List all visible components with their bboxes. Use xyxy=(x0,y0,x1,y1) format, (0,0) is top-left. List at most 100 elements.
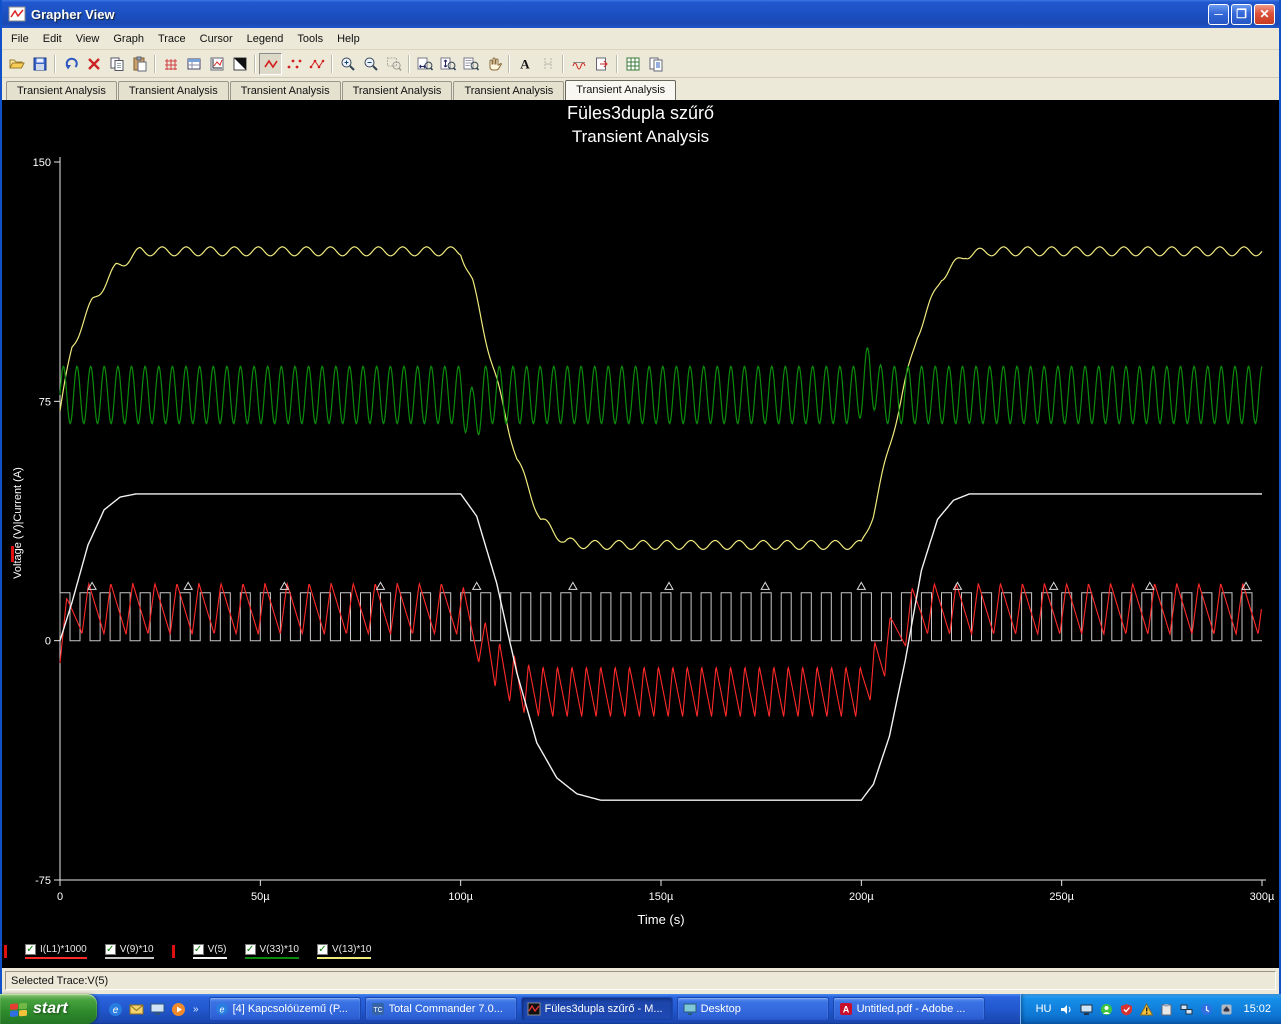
show-desktop-icon[interactable] xyxy=(149,1001,166,1018)
undo-button[interactable] xyxy=(59,53,82,75)
menu-cursor[interactable]: Cursor xyxy=(193,30,240,48)
taskbar-button-fules3dupla[interactable]: Füles3dupla szűrő - M... xyxy=(520,997,673,1021)
menu-tools[interactable]: Tools xyxy=(290,30,330,48)
zoom-in-button[interactable] xyxy=(336,53,359,75)
delete-button[interactable] xyxy=(82,53,105,75)
taskbar-button-untitled-pdf[interactable]: A Untitled.pdf - Adobe ... xyxy=(832,997,985,1021)
taskbar-button-desktop[interactable]: Desktop xyxy=(676,997,829,1021)
taskbar-button-kapcsolouzemu[interactable]: e [4] Kapcsolóüzemű (P... xyxy=(208,997,361,1021)
language-indicator[interactable]: HU xyxy=(1033,1002,1055,1016)
tray-network-icon[interactable] xyxy=(1179,1002,1194,1017)
save-button[interactable] xyxy=(28,53,51,75)
tray-display-icon[interactable] xyxy=(1079,1002,1094,1017)
export-graph-icon xyxy=(595,57,608,70)
zoom-window-icon xyxy=(386,57,402,71)
system-tray: HU 15:02 xyxy=(1019,994,1281,1024)
start-button[interactable]: start xyxy=(0,994,97,1024)
legend-table-button[interactable] xyxy=(182,53,205,75)
hand-button[interactable] xyxy=(482,53,505,75)
media-player-icon[interactable] xyxy=(170,1001,187,1018)
multisim-grapher-icon xyxy=(527,1002,541,1016)
legend-checkbox[interactable]: ✓ xyxy=(316,943,328,955)
svg-text:50µ: 50µ xyxy=(251,891,270,903)
zoom-window-button[interactable] xyxy=(382,53,405,75)
trace-line-dots-button[interactable] xyxy=(305,53,328,75)
mail-icon[interactable] xyxy=(128,1001,145,1018)
menu-view[interactable]: View xyxy=(69,30,107,48)
toolbar-separator xyxy=(616,54,618,73)
tray-antivirus-icon[interactable] xyxy=(1119,1002,1134,1017)
tray-volume-icon[interactable] xyxy=(1059,1002,1074,1017)
grid-button[interactable] xyxy=(159,53,182,75)
tab-transient-analysis-4[interactable]: Transient Analysis xyxy=(341,81,453,100)
maximize-button[interactable]: ❐ xyxy=(1231,3,1252,25)
grid-icon xyxy=(164,58,177,70)
copy-pages-icon xyxy=(649,57,662,71)
minimize-button[interactable]: ─ xyxy=(1208,3,1229,25)
svg-text:75: 75 xyxy=(39,396,51,408)
trace-dots-button[interactable] xyxy=(282,53,305,75)
legend-item-v9[interactable]: ✓ V(9)*10 xyxy=(104,943,154,959)
cursors-button[interactable] xyxy=(536,53,559,75)
tray-warning-icon[interactable] xyxy=(1139,1002,1154,1017)
copy-pages-button[interactable] xyxy=(644,53,667,75)
invert-background-button[interactable] xyxy=(228,53,251,75)
zoom-restore-button[interactable] xyxy=(459,53,482,75)
menu-graph[interactable]: Graph xyxy=(106,30,151,48)
zoom-horizontal-button[interactable] xyxy=(413,53,436,75)
overlay-traces-icon xyxy=(572,61,585,69)
title-bar[interactable]: Grapher View ─ ❐ ✕ xyxy=(2,0,1279,28)
legend-color-swatch xyxy=(104,956,154,959)
zoom-out-button[interactable] xyxy=(359,53,382,75)
taskbar-clock[interactable]: 15:02 xyxy=(1243,1003,1271,1015)
svg-text:e: e xyxy=(113,1005,119,1016)
svg-text:100µ: 100µ xyxy=(448,891,473,903)
plot-canvas[interactable]: 150 75 0 -75 0 50µ 100µ 150µ 200µ 250µ 300µ xyxy=(2,100,1279,936)
legend-item-v33[interactable]: ✓ V(33)*10 xyxy=(244,943,299,959)
tab-transient-analysis-1[interactable]: Transient Analysis xyxy=(6,81,117,100)
copy-button[interactable] xyxy=(105,53,128,75)
chart-area[interactable]: 150 75 0 -75 0 50µ 100µ 150µ 200µ 250µ 300µ Füles3… xyxy=(2,100,1279,968)
text-button[interactable]: A xyxy=(513,53,536,75)
graph-properties-button[interactable] xyxy=(205,53,228,75)
legend-item-v13[interactable]: ✓ V(13)*10 xyxy=(316,943,372,959)
internet-explorer-icon[interactable]: e xyxy=(107,1001,124,1018)
close-button[interactable]: ✕ xyxy=(1254,3,1275,25)
legend-checkbox[interactable]: ✓ xyxy=(25,943,36,955)
tab-transient-analysis-3[interactable]: Transient Analysis xyxy=(229,81,341,100)
legend-checkbox[interactable]: ✓ xyxy=(192,943,204,955)
tab-transient-analysis-5[interactable]: Transient Analysis xyxy=(453,81,565,100)
tray-clipboard-icon[interactable] xyxy=(1159,1002,1174,1017)
legend-checkbox[interactable]: ✓ xyxy=(244,943,256,955)
menu-help[interactable]: Help xyxy=(330,30,367,48)
tray-eject-icon[interactable] xyxy=(1219,1002,1234,1017)
menu-file[interactable]: File xyxy=(4,30,36,48)
zoom-vertical-button[interactable] xyxy=(436,53,459,75)
legend-item-il1[interactable]: ✓ I(L1)*1000 xyxy=(25,943,87,959)
overlay-traces-button[interactable] xyxy=(567,53,590,75)
app-icon xyxy=(8,6,26,22)
open-button[interactable] xyxy=(5,53,28,75)
quick-launch: e » xyxy=(97,1001,207,1018)
zoom-out-icon xyxy=(364,57,378,71)
export-graph-button[interactable] xyxy=(590,53,613,75)
menu-legend[interactable]: Legend xyxy=(240,30,291,48)
svg-text:TC: TC xyxy=(373,1007,382,1014)
y-axis-label: Voltage (V)|Current (A) xyxy=(12,467,24,579)
menu-edit[interactable]: Edit xyxy=(36,30,69,48)
tab-transient-analysis-2[interactable]: Transient Analysis xyxy=(117,81,229,100)
menu-trace[interactable]: Trace xyxy=(151,30,193,48)
tray-update-icon[interactable] xyxy=(1199,1002,1214,1017)
quick-launch-chevron-icon[interactable]: » xyxy=(191,1004,201,1015)
tab-transient-analysis-6[interactable]: Transient Analysis xyxy=(565,80,677,100)
grapher-view-window: Grapher View ─ ❐ ✕ File Edit View Graph … xyxy=(0,0,1281,994)
paste-button[interactable] xyxy=(128,53,151,75)
legend-checkbox[interactable]: ✓ xyxy=(104,943,116,955)
selected-trace-axis-marker xyxy=(11,546,14,562)
trace-line-button[interactable] xyxy=(259,52,282,75)
export-excel-button[interactable] xyxy=(621,53,644,75)
taskbar-button-total-commander[interactable]: TC Total Commander 7.0... xyxy=(364,997,517,1021)
tray-messenger-icon[interactable] xyxy=(1099,1002,1114,1017)
legend-item-v5[interactable]: ✓ V(5) xyxy=(192,943,227,959)
svg-text:0: 0 xyxy=(45,636,51,648)
